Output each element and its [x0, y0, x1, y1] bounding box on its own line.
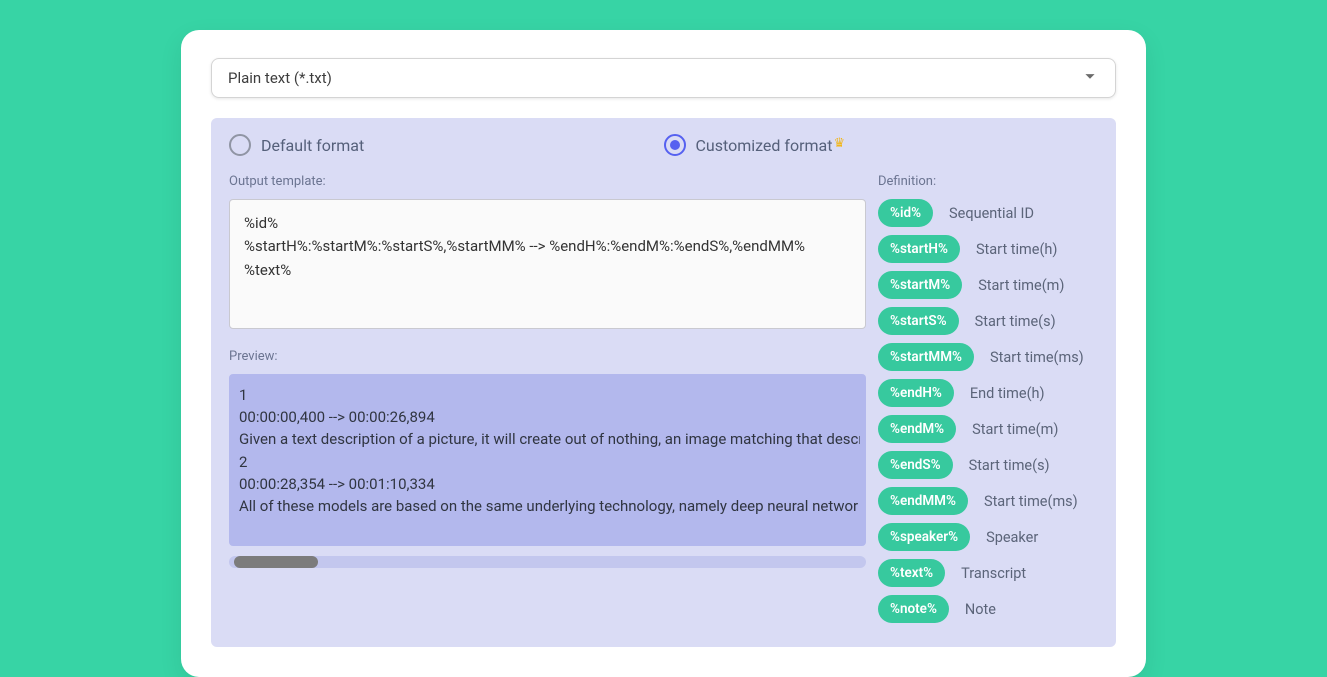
definition-column: Definition: %id% Sequential ID %startH% Sta…: [878, 174, 1098, 623]
output-template-label: Output template:: [229, 174, 866, 189]
token-pill[interactable]: %speaker%: [878, 523, 970, 551]
preview-line: 00:00:28,354 --> 00:01:10,334: [239, 473, 860, 495]
definition-desc: Start time(ms): [984, 493, 1078, 510]
definition-desc: Speaker: [986, 529, 1038, 546]
preview-line: 2: [239, 451, 860, 473]
radio-icon: [229, 134, 251, 156]
left-column: Output template: Preview: 1 00:00:00,400…: [229, 174, 866, 623]
definition-row: %text% Transcript: [878, 559, 1098, 587]
radio-label: Default format: [261, 136, 364, 155]
radio-label: Customized format♛: [696, 136, 846, 155]
radio-default-format[interactable]: Default format: [229, 134, 664, 156]
token-pill[interactable]: %endM%: [878, 415, 956, 443]
definition-label: Definition:: [878, 174, 1098, 189]
definition-row: %speaker% Speaker: [878, 523, 1098, 551]
definition-desc: Transcript: [961, 565, 1026, 582]
preview-line: Given a text description of a picture, i…: [239, 428, 860, 450]
preview-box: 1 00:00:00,400 --> 00:00:26,894 Given a …: [229, 374, 866, 546]
definition-row: %startM% Start time(m): [878, 271, 1098, 299]
preview-content: 1 00:00:00,400 --> 00:00:26,894 Given a …: [239, 384, 860, 517]
chevron-down-icon: [1079, 65, 1101, 91]
token-pill[interactable]: %startM%: [878, 271, 962, 299]
definition-row: %endMM% Start time(ms): [878, 487, 1098, 515]
definition-row: %startH% Start time(h): [878, 235, 1098, 263]
format-radio-group: Default format Customized format♛: [229, 134, 1098, 156]
definition-desc: Start time(h): [976, 241, 1058, 258]
export-settings-card: Plain text (*.txt) Default format Custom…: [181, 30, 1146, 677]
token-pill[interactable]: %startS%: [878, 307, 959, 335]
token-pill[interactable]: %startH%: [878, 235, 960, 263]
radio-customized-format[interactable]: Customized format♛: [664, 134, 1099, 156]
definition-desc: Start time(m): [972, 421, 1058, 438]
radio-icon: [664, 134, 686, 156]
definition-desc: Start time(m): [978, 277, 1064, 294]
definition-desc: Start time(s): [969, 457, 1050, 474]
token-pill[interactable]: %endH%: [878, 379, 954, 407]
format-select-value: Plain text (*.txt): [228, 69, 332, 87]
token-pill[interactable]: %endMM%: [878, 487, 968, 515]
token-pill[interactable]: %startMM%: [878, 343, 974, 371]
definition-row: %endM% Start time(m): [878, 415, 1098, 443]
preview-label: Preview:: [229, 349, 866, 364]
preview-line: All of these models are based on the sam…: [239, 495, 860, 517]
format-panel: Default format Customized format♛ Output…: [211, 118, 1116, 647]
preview-scrollbar[interactable]: [229, 556, 866, 568]
crown-icon: ♛: [833, 136, 845, 151]
definition-row: %startS% Start time(s): [878, 307, 1098, 335]
definition-desc: Start time(ms): [990, 349, 1084, 366]
panel-body: Output template: Preview: 1 00:00:00,400…: [229, 174, 1098, 623]
token-pill[interactable]: %note%: [878, 595, 949, 623]
definition-desc: End time(h): [970, 385, 1045, 402]
preview-line: 00:00:00,400 --> 00:00:26,894: [239, 406, 860, 428]
definition-desc: Sequential ID: [949, 205, 1034, 222]
token-pill[interactable]: %id%: [878, 199, 933, 227]
definition-list: %id%Sequential ID%startH%Start time(h)%s…: [878, 199, 1098, 623]
scrollbar-thumb[interactable]: [234, 556, 318, 568]
definition-desc: Start time(s): [975, 313, 1056, 330]
format-select[interactable]: Plain text (*.txt): [211, 58, 1116, 98]
definition-row: %startMM% Start time(ms): [878, 343, 1098, 371]
preview-line: 1: [239, 384, 860, 406]
token-pill[interactable]: %endS%: [878, 451, 953, 479]
definition-row: %endH% End time(h): [878, 379, 1098, 407]
definition-row: %id% Sequential ID: [878, 199, 1098, 227]
definition-row: %endS% Start time(s): [878, 451, 1098, 479]
output-template-input[interactable]: [229, 199, 866, 329]
token-pill[interactable]: %text%: [878, 559, 945, 587]
definition-row: %note% Note: [878, 595, 1098, 623]
definition-desc: Note: [965, 601, 996, 618]
